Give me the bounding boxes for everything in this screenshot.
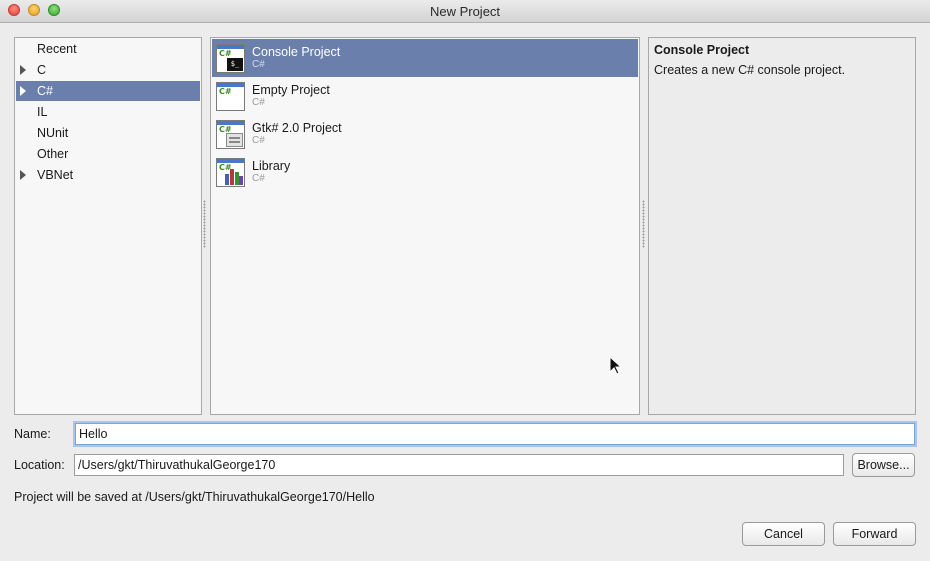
location-field[interactable] [74,454,844,476]
gtk-project-icon: C# [216,120,245,149]
expand-arrow-icon[interactable] [20,65,26,75]
template-item-gtk-project[interactable]: C# Gtk# 2.0 Project C# [212,115,638,153]
location-label: Location: [14,458,65,472]
category-item-vbnet[interactable]: VBNet [16,165,200,185]
category-label: C [37,63,47,77]
category-item-il[interactable]: IL [16,102,200,122]
template-item-empty-project[interactable]: C# Empty Project C# [212,77,638,115]
library-project-icon: C# [216,158,245,187]
template-name: Gtk# 2.0 Project [252,121,342,135]
template-language: C# [252,135,265,146]
template-item-console-project[interactable]: C# $_ Console Project C# [212,39,638,77]
browse-button[interactable]: Browse... [852,453,915,477]
template-name: Console Project [252,45,341,59]
mouse-pointer-icon [609,356,623,375]
name-field[interactable] [75,423,915,445]
category-item-nunit[interactable]: NUnit [16,123,200,143]
template-name: Library [252,159,291,173]
console-project-icon: C# $_ [216,44,245,73]
cancel-button[interactable]: Cancel [742,522,825,546]
template-language: C# [252,59,265,70]
category-label: C# [37,84,53,98]
empty-project-icon: C# [216,82,245,111]
expand-arrow-icon[interactable] [20,170,26,180]
category-item-other[interactable]: Other [16,144,200,164]
template-item-library[interactable]: C# Library C# [212,153,638,191]
description-title: Console Project [654,43,750,57]
title-bar[interactable]: New Project [0,0,930,23]
pane-splitter-handle[interactable] [203,200,206,248]
category-item-csharp[interactable]: C# [16,81,200,101]
save-path-text: Project will be saved at /Users/gkt/Thir… [14,490,375,504]
template-name: Empty Project [252,83,330,97]
category-label: NUnit [37,126,69,140]
category-item-c[interactable]: C [16,60,200,80]
category-item-recent[interactable]: Recent [16,39,200,59]
forward-button[interactable]: Forward [833,522,916,546]
category-label: IL [37,105,48,119]
description-text: Creates a new C# console project. [654,63,846,77]
template-language: C# [252,173,265,184]
name-label: Name: [14,427,51,441]
category-label: VBNet [37,168,74,182]
template-list[interactable]: C# $_ Console Project C# C# Empty Projec… [210,37,640,415]
category-list[interactable]: Recent C C# IL NUnit Other VBNet [14,37,202,415]
category-label: Recent [37,42,77,56]
new-project-dialog: New Project Recent C C# IL NUnit Other V… [0,0,930,561]
expand-arrow-icon[interactable] [20,86,26,96]
template-language: C# [252,97,265,108]
category-label: Other [37,147,69,161]
window-title: New Project [429,4,501,19]
pane-splitter-handle[interactable] [642,200,645,248]
description-panel: Console Project Creates a new C# console… [648,37,916,415]
